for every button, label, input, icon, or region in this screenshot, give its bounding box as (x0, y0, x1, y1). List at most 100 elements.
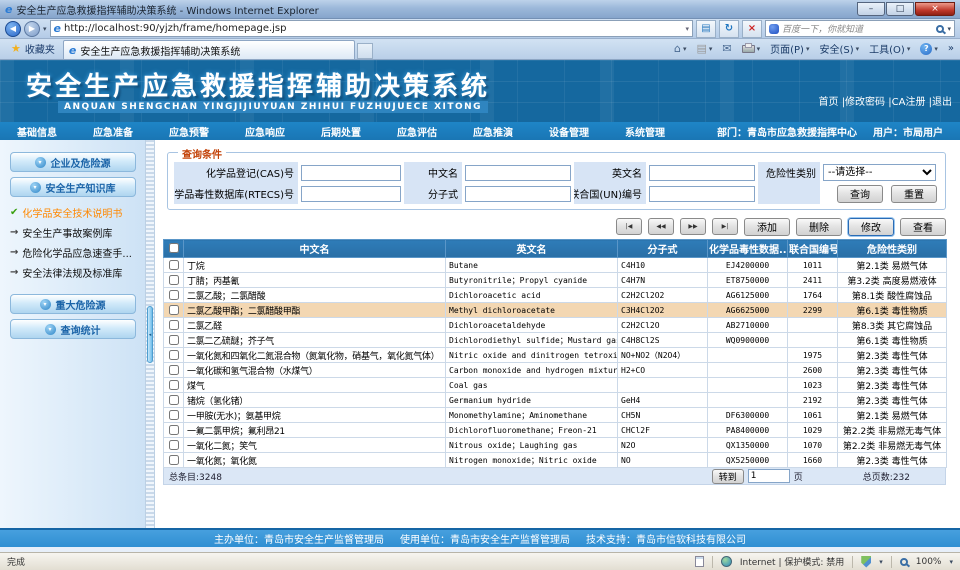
table-row[interactable]: 一甲胺(无水)；氨基甲烷 Monomethylamine；Aminomethan… (164, 408, 947, 423)
read-mail-button[interactable]: ✉ (719, 41, 734, 56)
table-row[interactable]: 一氟二氯甲烷；氟利昂21 Dichlorofluoromethane；Freon… (164, 423, 947, 438)
table-row[interactable]: 一氧化氮和四氧化二氮混合物（氮氧化物，硝基气，氧化氮气体） Nitric oxi… (164, 348, 947, 363)
table-row[interactable]: 二氯乙酸；二氯醋酸 Dichloroacetic acid C2H2Cl2O2 … (164, 288, 947, 303)
favorites-button[interactable]: ★ 收藏夹 (3, 41, 63, 59)
reset-button[interactable]: 重置 (891, 185, 937, 203)
command-overflow-button[interactable]: » (945, 42, 957, 55)
row-checkbox[interactable] (169, 440, 179, 450)
page-number-input[interactable] (748, 469, 790, 483)
rtecs-input[interactable] (301, 186, 401, 202)
home-button[interactable]: ⌂▾ (671, 41, 690, 56)
page-menu[interactable]: 页面(P)▾ (767, 40, 812, 57)
caret-icon[interactable]: ▾ (949, 558, 953, 566)
table-row[interactable]: 一氧化碳和氢气混合物（水煤气） Carbon monoxide and hydr… (164, 363, 947, 378)
refresh-button[interactable]: ↻ (719, 20, 739, 38)
sidebar-group-enterprise[interactable]: ▾ 企业及危险源 (10, 152, 136, 172)
nav-item[interactable]: 设备管理 (549, 124, 589, 139)
last-page-button[interactable]: ▶| (712, 218, 738, 235)
nav-item[interactable]: 应急响应 (245, 124, 285, 139)
hazard-class-select[interactable]: --请选择-- (823, 164, 936, 181)
help-menu[interactable]: ?▾ (917, 42, 941, 56)
protection-shield-icon[interactable] (861, 556, 871, 568)
sidebar-item[interactable]: → 危险化学品应急速查手... (10, 242, 145, 262)
zoom-level[interactable]: 100% (916, 557, 942, 567)
forward-button[interactable]: ▶ (24, 21, 40, 37)
query-button[interactable]: 查询 (837, 185, 883, 203)
maximize-button[interactable]: □ (886, 2, 914, 16)
sidebar-splitter[interactable]: ◂ (145, 140, 155, 528)
compatibility-view-button[interactable]: ▤ (696, 20, 716, 38)
table-row[interactable]: 二氯乙醛 Dichloroacetaldehyde C2H2Cl2O AB271… (164, 318, 947, 333)
cn-name-input[interactable] (465, 165, 571, 181)
search-input[interactable] (782, 24, 933, 34)
row-checkbox[interactable] (169, 260, 179, 270)
tools-menu[interactable]: 工具(O)▾ (866, 40, 913, 57)
header-link[interactable]: 首页 (819, 93, 842, 108)
add-button[interactable]: 添加 (744, 218, 790, 236)
table-row[interactable]: 煤气 Coal gas 1023 第2.3类 毒性气体 (164, 378, 947, 393)
new-tab-button[interactable] (357, 43, 373, 59)
select-all-checkbox[interactable] (169, 243, 179, 253)
caret-icon[interactable]: ▾ (879, 558, 883, 566)
url-field[interactable]: e http://localhost:90/yjzh/frame/homepag… (50, 20, 693, 37)
header-link[interactable]: |修改密码 (842, 93, 889, 108)
row-checkbox[interactable] (169, 380, 179, 390)
table-row[interactable]: 一氧化氮；氧化氮 Nitrogen monoxide；Nitric oxide … (164, 453, 947, 468)
row-checkbox[interactable] (169, 320, 179, 330)
search-dropdown-icon[interactable]: ▾ (947, 25, 951, 33)
active-tab[interactable]: e 安全生产应急救援指挥辅助决策系统 (63, 40, 355, 59)
table-row[interactable]: 丁腈；丙基氰 Butyronitrile；Propyl cyanide C4H7… (164, 273, 947, 288)
splitter-collapse-handle[interactable]: ◂ (147, 306, 153, 363)
nav-item[interactable]: 系统管理 (625, 124, 665, 139)
sidebar-group-knowledge[interactable]: ▾ 安全生产知识库 (10, 177, 136, 197)
prev-page-button[interactable]: ◀◀ (648, 218, 674, 235)
sidebar-item[interactable]: ✔ 化学品安全技术说明书 (10, 202, 145, 222)
row-checkbox[interactable] (169, 290, 179, 300)
minimize-button[interactable]: – (857, 2, 885, 16)
view-button[interactable]: 查看 (900, 218, 946, 236)
sidebar-group-query-stats[interactable]: ▾ 查询统计 (10, 319, 136, 339)
en-name-input[interactable] (649, 165, 755, 181)
nav-item[interactable]: 应急准备 (93, 124, 133, 139)
row-checkbox[interactable] (169, 305, 179, 315)
url-dropdown-icon[interactable]: ▾ (685, 25, 689, 33)
back-button[interactable]: ◀ (5, 21, 21, 37)
row-checkbox[interactable] (169, 425, 179, 435)
search-box[interactable]: ▾ (765, 20, 955, 37)
nav-item[interactable]: 基础信息 (17, 124, 57, 139)
row-checkbox[interactable] (169, 410, 179, 420)
nav-item[interactable]: 后期处置 (321, 124, 361, 139)
row-checkbox[interactable] (169, 350, 179, 360)
table-row[interactable]: 二氯二乙硫醚；芥子气 Dichlorodiethyl sulfide；Musta… (164, 333, 947, 348)
formula-input[interactable] (465, 186, 571, 202)
search-icon[interactable] (936, 25, 944, 33)
header-link[interactable]: |退出 (929, 93, 952, 108)
delete-button[interactable]: 删除 (796, 218, 842, 236)
print-button[interactable]: ▾ (739, 44, 764, 54)
sidebar-group-major-hazard[interactable]: ▾ 重大危险源 (10, 294, 136, 314)
row-checkbox[interactable] (169, 365, 179, 375)
stop-button[interactable]: × (742, 20, 762, 38)
table-row[interactable]: 锗烷（氢化锗） Germanium hydride GeH4 2192 第2.3… (164, 393, 947, 408)
zoom-icon[interactable] (900, 558, 908, 566)
row-checkbox[interactable] (169, 455, 179, 465)
table-row[interactable]: 一氧化二氮；笑气 Nitrous oxide；Laughing gas N2O … (164, 438, 947, 453)
close-button[interactable]: × (915, 2, 955, 16)
sidebar-item[interactable]: → 安全生产事故案例库 (10, 222, 145, 242)
row-checkbox[interactable] (169, 395, 179, 405)
nav-item[interactable]: 应急预警 (169, 124, 209, 139)
table-row[interactable]: 丁烷 Butane C4H10 EJ4200000 1011 第2.1类 易燃气… (164, 258, 947, 273)
nav-item[interactable]: 应急评估 (397, 124, 437, 139)
nav-item[interactable]: 应急推演 (473, 124, 513, 139)
safety-menu[interactable]: 安全(S)▾ (816, 40, 862, 57)
goto-button[interactable]: 转到 (712, 469, 744, 484)
row-checkbox[interactable] (169, 335, 179, 345)
row-checkbox[interactable] (169, 275, 179, 285)
feeds-button[interactable]: ▤▾ (693, 41, 715, 56)
history-dropdown-icon[interactable]: ▾ (43, 25, 47, 33)
first-page-button[interactable]: |◀ (616, 218, 642, 235)
header-link[interactable]: |CA注册 (888, 93, 928, 108)
modify-button[interactable]: 修改 (848, 218, 894, 236)
cas-input[interactable] (301, 165, 401, 181)
next-page-button[interactable]: ▶▶ (680, 218, 706, 235)
